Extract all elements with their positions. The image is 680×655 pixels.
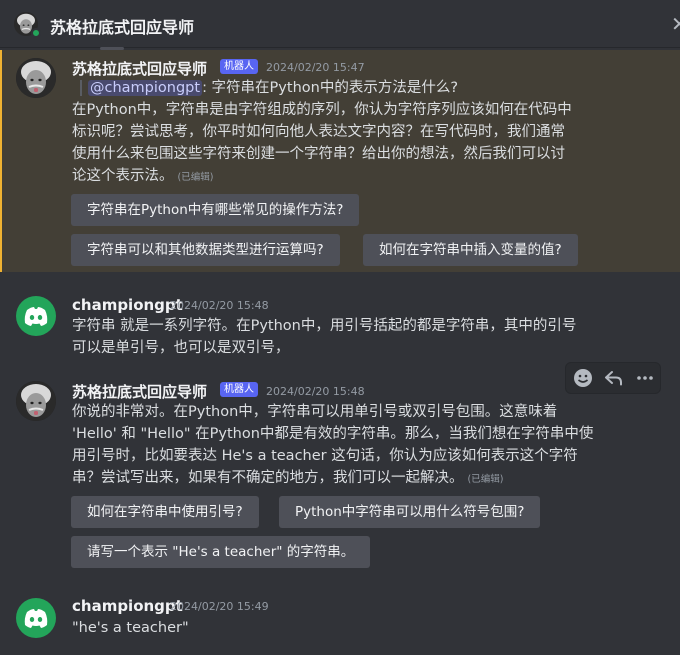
message-content: "he's a teacher"	[72, 617, 652, 639]
message-timestamp: 2024/02/20 15:48	[170, 299, 269, 312]
message-line: 在Python中，字符串是由字符组成的序列，你认为字符序列应该如何在代码中	[72, 102, 572, 118]
edited-label: (已编辑)	[177, 172, 214, 183]
message-line: 'Hello' 和 "Hello" 在Python中都是有效的字符串。那么，当我…	[72, 426, 594, 442]
bot-badge: 机器人	[220, 59, 258, 74]
message-timestamp: 2024/02/20 15:49	[170, 600, 269, 613]
suggestion-button[interactable]: 如何在字符串中使用引号?	[71, 496, 259, 528]
suggestion-button[interactable]: 字符串可以和其他数据类型进行运算吗?	[71, 234, 340, 266]
reply-text: : 字符串在Python中的表示方法是什么?	[202, 80, 459, 96]
message-line: "he's a teacher"	[72, 620, 189, 636]
message-line: 你说的非常对。在Python中，字符串可以用单引号或双引号包围。这意味着	[72, 404, 558, 420]
close-icon[interactable]: ✕	[671, 12, 680, 36]
channel-header: 苏格拉底式回应导师 ✕	[0, 0, 680, 48]
channel-title: 苏格拉底式回应导师	[50, 18, 195, 37]
message-author[interactable]: 苏格拉底式回应导师	[72, 58, 207, 79]
discord-logo-icon	[24, 307, 48, 326]
message-author[interactable]: championgpt	[72, 597, 183, 615]
bot-badge: 机器人	[220, 382, 258, 397]
suggestion-button[interactable]: Python中字符串可以用什么符号包围?	[279, 496, 541, 528]
message-timestamp: 2024/02/20 15:47	[266, 61, 365, 74]
suggestion-button[interactable]: 请写一个表示 "He's a teacher" 的字符串。	[71, 536, 371, 568]
user-avatar[interactable]	[16, 598, 56, 638]
suggestion-button[interactable]: 如何在字符串中插入变量的值?	[363, 234, 578, 266]
edited-label: (已编辑)	[467, 474, 504, 485]
online-status-icon	[31, 28, 41, 38]
message-line: 串？尝试写出来，如果有不确定的地方，我们可以一起解决。 (已编辑)	[72, 470, 504, 486]
message-actions-bar	[565, 362, 661, 394]
message-line: 用引号时，比如要表达 He's a teacher 这句话，你认为应该如何表示这…	[72, 448, 578, 464]
message-content: 你说的非常对。在Python中，字符串可以用单引号或双引号包围。这意味着 'He…	[72, 401, 652, 491]
message-line: 可以是单引号，也可以是双引号，	[72, 340, 290, 356]
suggestion-button[interactable]: 字符串在Python中有哪些常见的操作方法?	[71, 194, 360, 226]
reply-icon[interactable]	[599, 363, 629, 393]
message-line: 使用什么来包围这些字符来创建一个字符串？给出你的想法，然后我们可以讨	[72, 146, 565, 162]
reply-indicator	[80, 80, 82, 96]
message-author[interactable]: 苏格拉底式回应导师	[72, 381, 207, 402]
message-line: 论这个表示法。 (已编辑)	[72, 168, 214, 184]
add-reaction-icon[interactable]	[568, 363, 598, 393]
reply-reference[interactable]: @championgpt: 字符串在Python中的表示方法是什么?	[88, 77, 668, 99]
user-avatar[interactable]	[16, 296, 56, 336]
bot-avatar[interactable]	[16, 58, 56, 98]
message-content: 在Python中，字符串是由字符组成的序列，你认为字符序列应该如何在代码中 标识…	[72, 99, 652, 189]
message-author[interactable]: championgpt	[72, 296, 183, 314]
message-line: 标识呢？尝试思考，你平时如何向他人表达文字内容？在写代码时，我们通常	[72, 124, 565, 140]
message-line: 字符串 就是一系列字符。在Python中，用引号括起的都是字符串，其中的引号	[72, 318, 577, 334]
message-timestamp: 2024/02/20 15:48	[266, 385, 365, 398]
bot-avatar[interactable]	[16, 381, 56, 421]
message-content: 字符串 就是一系列字符。在Python中，用引号括起的都是字符串，其中的引号 可…	[72, 315, 652, 359]
discord-logo-icon	[24, 609, 48, 628]
more-options-icon[interactable]	[630, 363, 660, 393]
user-mention[interactable]: @championgpt	[88, 80, 203, 96]
